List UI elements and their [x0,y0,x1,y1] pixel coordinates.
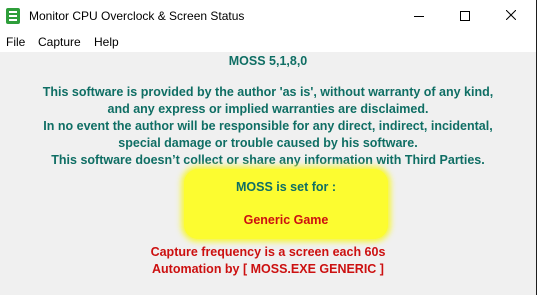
disclaimer-line: In no event the author will be responsib… [43,119,493,133]
capture-frequency-label: Capture frequency is a screen each 60s [150,245,386,259]
disclaimer-line: special damage or trouble caused by his … [118,136,418,150]
disclaimer-text: This software is provided by the author … [0,84,536,169]
app-window: Monitor CPU Overclock & Screen Status Fi… [0,0,537,295]
set-for-label: MOSS is set for : [235,180,337,194]
menu-help[interactable]: Help [94,35,119,49]
disclaimer-line: and any express or implied warranties ar… [107,102,429,116]
status-highlight-box: MOSS is set for : Generic Game [184,169,388,239]
automation-label: Automation by [ MOSS.EXE GENERIC ] [152,262,384,276]
version-label: MOSS 5,1,8,0 [228,54,308,68]
title-bar[interactable]: Monitor CPU Overclock & Screen Status [0,0,536,31]
game-name: Generic Game [243,213,329,227]
minimize-icon [414,16,424,17]
menu-bar: File Capture Help [0,31,536,52]
disclaimer-line: This software is provided by the author … [42,85,494,99]
menu-file[interactable]: File [6,35,25,49]
main-content: MOSS 5,1,8,0 This software is provided b… [0,52,536,295]
disclaimer-line: This software doesn’t collect or share a… [51,153,485,167]
maximize-icon [460,11,470,21]
moss-app-icon[interactable] [6,8,20,24]
minimize-button[interactable] [396,0,442,31]
maximize-button[interactable] [442,0,488,31]
menu-capture[interactable]: Capture [38,35,81,49]
close-button[interactable] [488,0,534,31]
window-title: Monitor CPU Overclock & Screen Status [29,9,245,23]
close-icon [506,10,516,20]
